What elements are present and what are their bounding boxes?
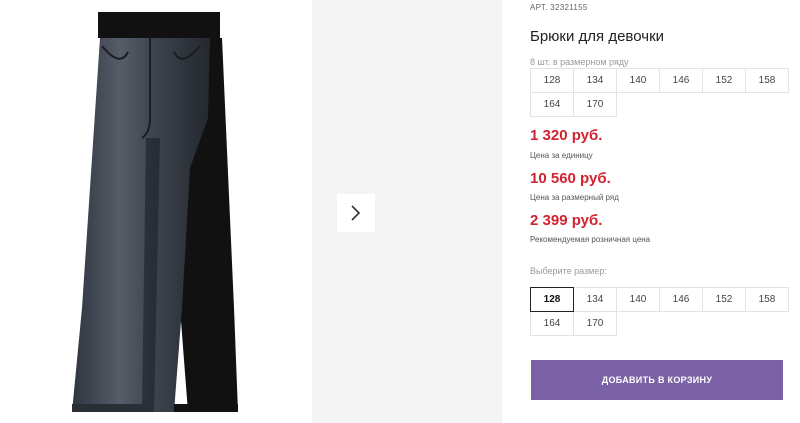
pants-image [72, 12, 238, 412]
add-to-cart-button[interactable]: ДОБАВИТЬ В КОРЗИНУ [531, 360, 783, 400]
size-option[interactable]: 170 [573, 311, 617, 336]
size-option[interactable]: 152 [702, 287, 746, 312]
article-value: 32321155 [550, 3, 588, 12]
size-row-label: 8 шт. в размерном ряду [530, 57, 629, 67]
size-row-cell: 152 [702, 68, 746, 93]
size-row-cell: 164 [530, 92, 574, 117]
size-option[interactable]: 134 [573, 287, 617, 312]
size-row-price-caption: Цена за размерный ряд [530, 193, 619, 202]
retail-price-caption: Рекомендуемая розничная цена [530, 235, 651, 244]
unit-price: 1 320 руб. [530, 127, 603, 144]
size-row-grid: 128 134 140 146 152 158 164 170 [530, 68, 789, 117]
size-row-cell: 134 [573, 68, 617, 93]
size-option[interactable]: 140 [616, 287, 660, 312]
size-row-cell: 158 [745, 68, 789, 93]
retail-price: 2 399 руб. [530, 212, 603, 229]
size-row-cell: 170 [573, 92, 617, 117]
choose-size-label: Выберите размер: [530, 266, 607, 276]
next-image-button[interactable] [337, 194, 375, 232]
article-prefix: АРТ. [530, 3, 548, 12]
size-option-selected[interactable]: 128 [530, 287, 574, 312]
size-row-cell: 140 [616, 68, 660, 93]
size-option[interactable]: 164 [530, 311, 574, 336]
product-title: Брюки для девочки [530, 28, 665, 45]
article-number: АРТ. 32321155 [530, 3, 588, 12]
unit-price-caption: Цена за единицу [530, 151, 593, 160]
chevron-right-icon [351, 205, 361, 221]
product-gallery [0, 0, 505, 423]
size-option[interactable]: 146 [659, 287, 703, 312]
size-selector: 128 134 140 146 152 158 164 170 [530, 287, 789, 336]
size-row-cell: 128 [530, 68, 574, 93]
product-image[interactable] [0, 0, 312, 423]
size-row-cell: 146 [659, 68, 703, 93]
size-option[interactable]: 158 [745, 287, 789, 312]
size-row-price: 10 560 руб. [530, 170, 611, 187]
